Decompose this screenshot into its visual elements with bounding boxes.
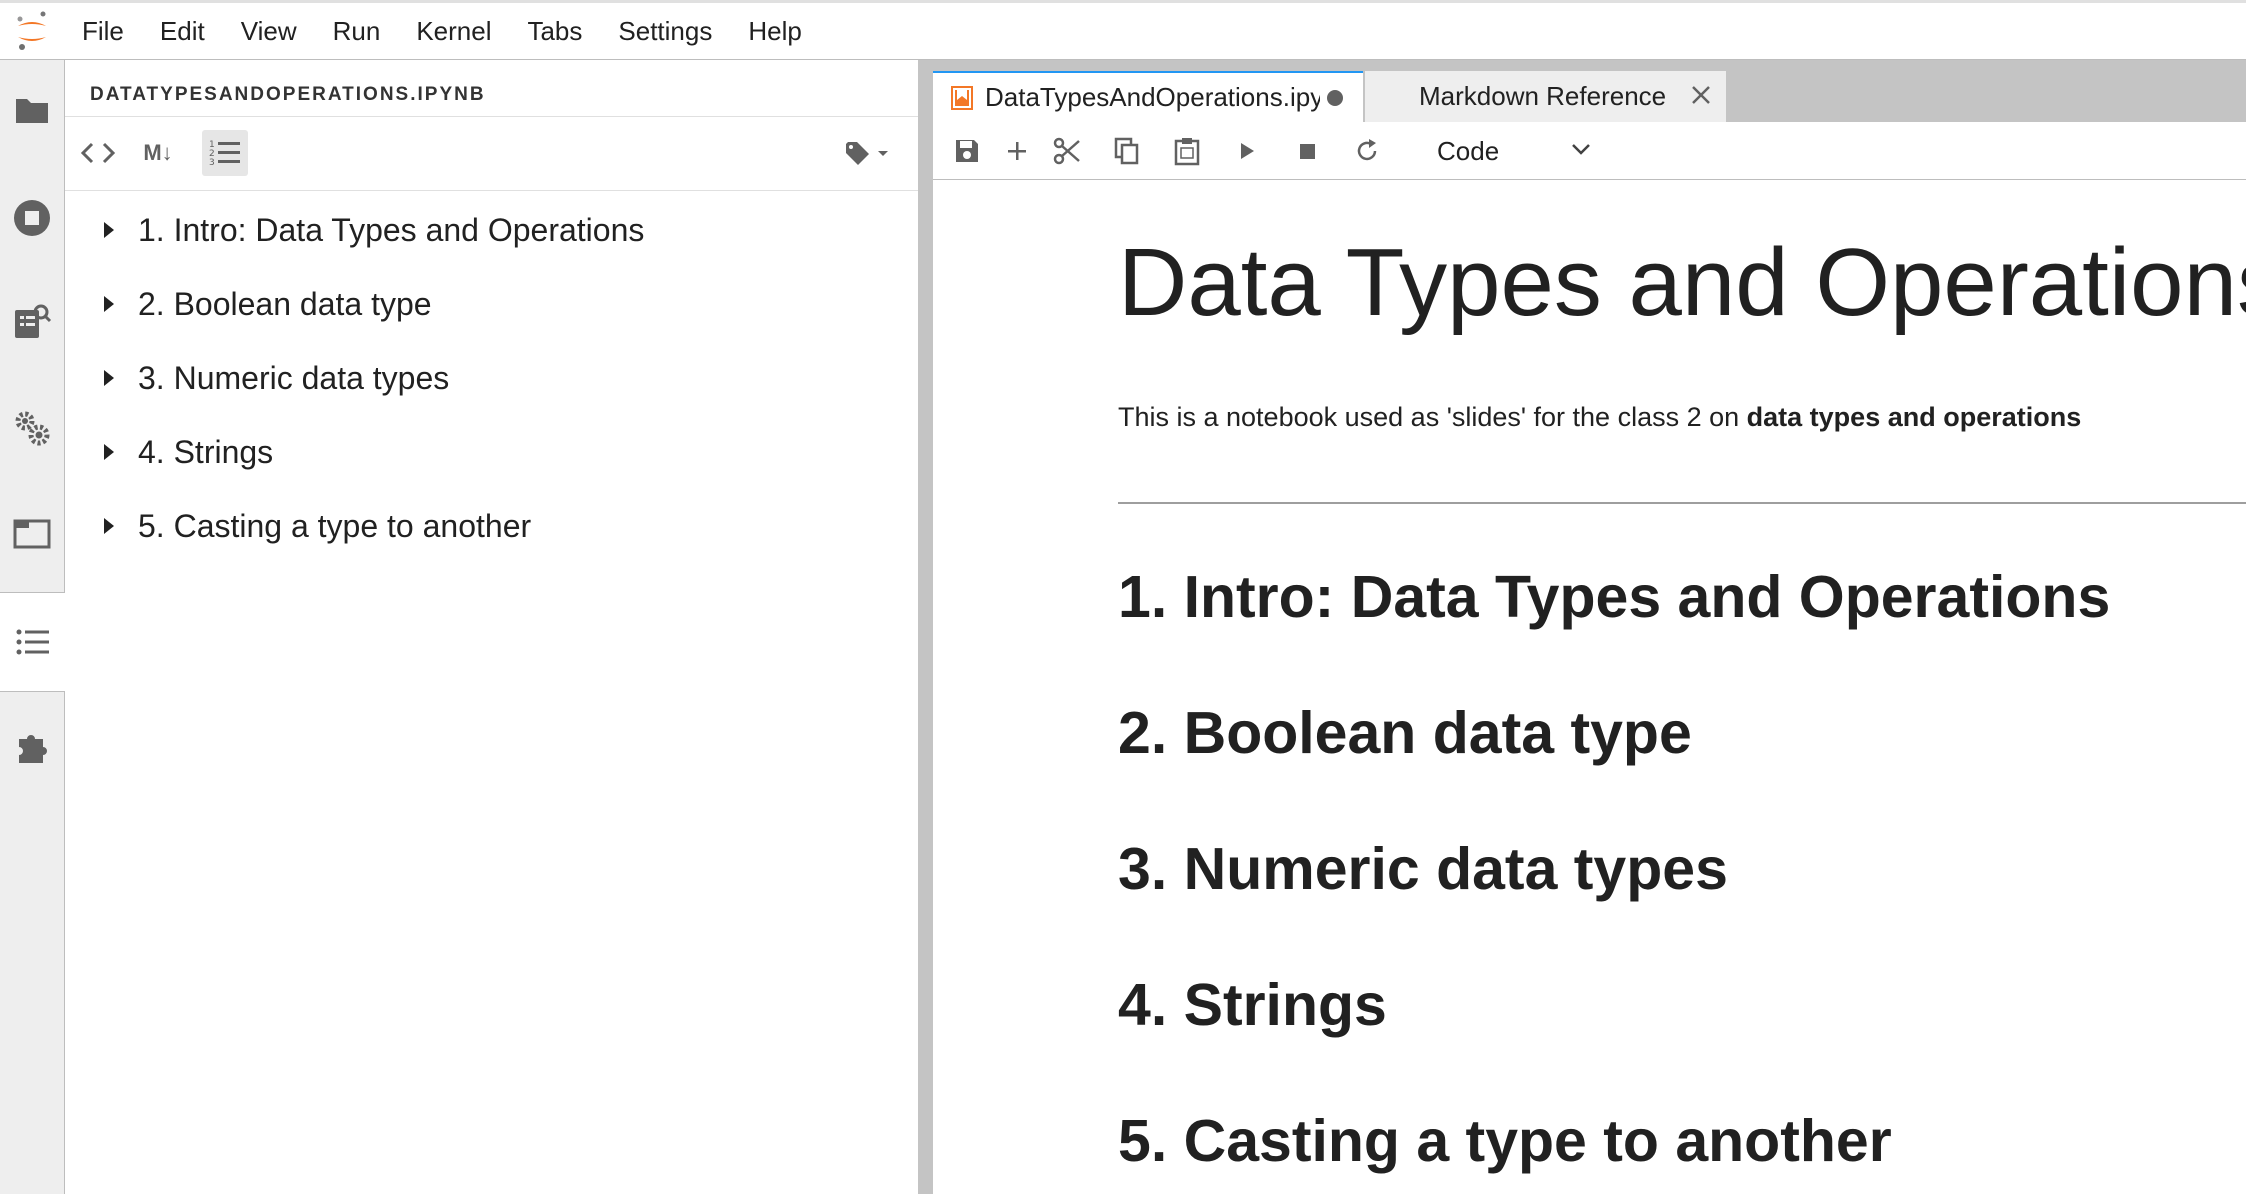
activity-bar	[0, 60, 65, 1194]
section-heading: 1. Intro: Data Types and Operations	[1118, 564, 2111, 630]
caret-right-icon[interactable]	[90, 516, 128, 536]
menu-settings[interactable]: Settings	[600, 3, 730, 60]
menu-edit[interactable]: Edit	[142, 3, 223, 60]
commands-icon[interactable]	[0, 378, 64, 478]
tab-markdown-reference[interactable]: Markdown Reference	[1365, 71, 1726, 122]
section-heading: 2. Boolean data type	[1118, 700, 1692, 766]
property-inspector-icon[interactable]	[0, 272, 64, 372]
menu-view[interactable]: View	[223, 3, 315, 60]
add-icon[interactable]	[994, 128, 1040, 174]
toc-item[interactable]: 4. Strings	[90, 422, 890, 482]
svg-text:3: 3	[209, 158, 215, 168]
toc-item[interactable]: 5. Casting a type to another	[90, 496, 890, 556]
extension-icon[interactable]	[0, 698, 64, 798]
caret-right-icon[interactable]	[90, 294, 128, 314]
copy-icon[interactable]	[1104, 128, 1150, 174]
divider	[65, 116, 918, 117]
run-icon[interactable]	[1224, 128, 1270, 174]
cut-icon[interactable]	[1044, 128, 1090, 174]
tab-label: DataTypesAndOperations.ipynb	[985, 82, 1320, 112]
notebook-icon	[951, 85, 973, 110]
intro-bold-text: data types and operations	[1746, 402, 2082, 432]
menu-kernel[interactable]: Kernel	[398, 3, 509, 60]
caret-right-icon[interactable]	[90, 442, 128, 462]
tag-icon[interactable]	[840, 130, 896, 176]
stop-icon[interactable]	[1284, 128, 1330, 174]
menu-file[interactable]: File	[64, 3, 142, 60]
toc-icon[interactable]	[0, 592, 65, 692]
restart-icon[interactable]	[1344, 128, 1390, 174]
panel-splitter[interactable]	[918, 60, 933, 1194]
intro-text: This is a notebook used as 'slides' for …	[1118, 402, 1747, 432]
tabs-icon[interactable]	[0, 484, 64, 584]
toc-item-label: 1. Intro: Data Types and Operations	[138, 211, 645, 248]
numbered-list-icon[interactable]: 123	[202, 130, 248, 176]
tab-label: Markdown Reference	[1419, 81, 1667, 111]
section-heading: 4. Strings	[1118, 972, 1387, 1038]
toc-item-label: 5. Casting a type to another	[138, 507, 532, 544]
notebook-toolbar: Code	[933, 122, 2246, 180]
toc-item[interactable]: 2. Boolean data type	[90, 274, 890, 334]
paste-icon[interactable]	[1164, 128, 1210, 174]
menu-bar: File Edit View Run Kernel Tabs Settings …	[0, 0, 2246, 60]
folder-icon[interactable]	[0, 60, 64, 160]
code-icon[interactable]	[75, 130, 121, 176]
toc-item[interactable]: 1. Intro: Data Types and Operations	[90, 200, 890, 260]
caret-right-icon[interactable]	[90, 368, 128, 388]
cell-type-select[interactable]: Code	[1437, 122, 1499, 180]
jupyter-logo-icon[interactable]	[0, 3, 64, 60]
menu-help[interactable]: Help	[730, 3, 819, 60]
notebook-title: Data Types and Operations	[1118, 229, 2246, 336]
table-of-contents-panel: DATATYPESANDOPERATIONS.IPYNB M↓ 123 1. I…	[65, 60, 918, 1194]
toc-item-label: 3. Numeric data types	[138, 359, 450, 396]
toc-title: DATATYPESANDOPERATIONS.IPYNB	[90, 84, 486, 105]
menu-tabs[interactable]: Tabs	[509, 3, 600, 60]
menu-run[interactable]: Run	[315, 3, 399, 60]
chevron-down-icon[interactable]	[1570, 138, 1592, 165]
horizontal-rule	[1118, 502, 2246, 504]
running-icon[interactable]	[0, 168, 64, 268]
section-heading: 3. Numeric data types	[1118, 836, 1728, 902]
close-icon[interactable]	[1690, 84, 1712, 106]
toc-item-label: 4. Strings	[138, 433, 274, 470]
notebook-content: Data Types and Operations This is a note…	[933, 180, 2246, 1194]
save-icon[interactable]	[944, 128, 990, 174]
caret-right-icon[interactable]	[90, 220, 128, 240]
tab-bar: DataTypesAndOperations.ipynb Markdown Re…	[933, 60, 2246, 122]
toc-item-label: 2. Boolean data type	[138, 285, 432, 322]
divider	[65, 190, 918, 191]
markdown-toggle-button[interactable]: M↓	[135, 130, 181, 176]
unsaved-dot-icon[interactable]	[1326, 89, 1344, 107]
intro-paragraph: This is a notebook used as 'slides' for …	[1118, 402, 2081, 433]
toc-item[interactable]: 3. Numeric data types	[90, 348, 890, 408]
section-heading: 5. Casting a type to another	[1118, 1108, 1892, 1174]
tab-notebook[interactable]: DataTypesAndOperations.ipynb	[933, 71, 1363, 122]
